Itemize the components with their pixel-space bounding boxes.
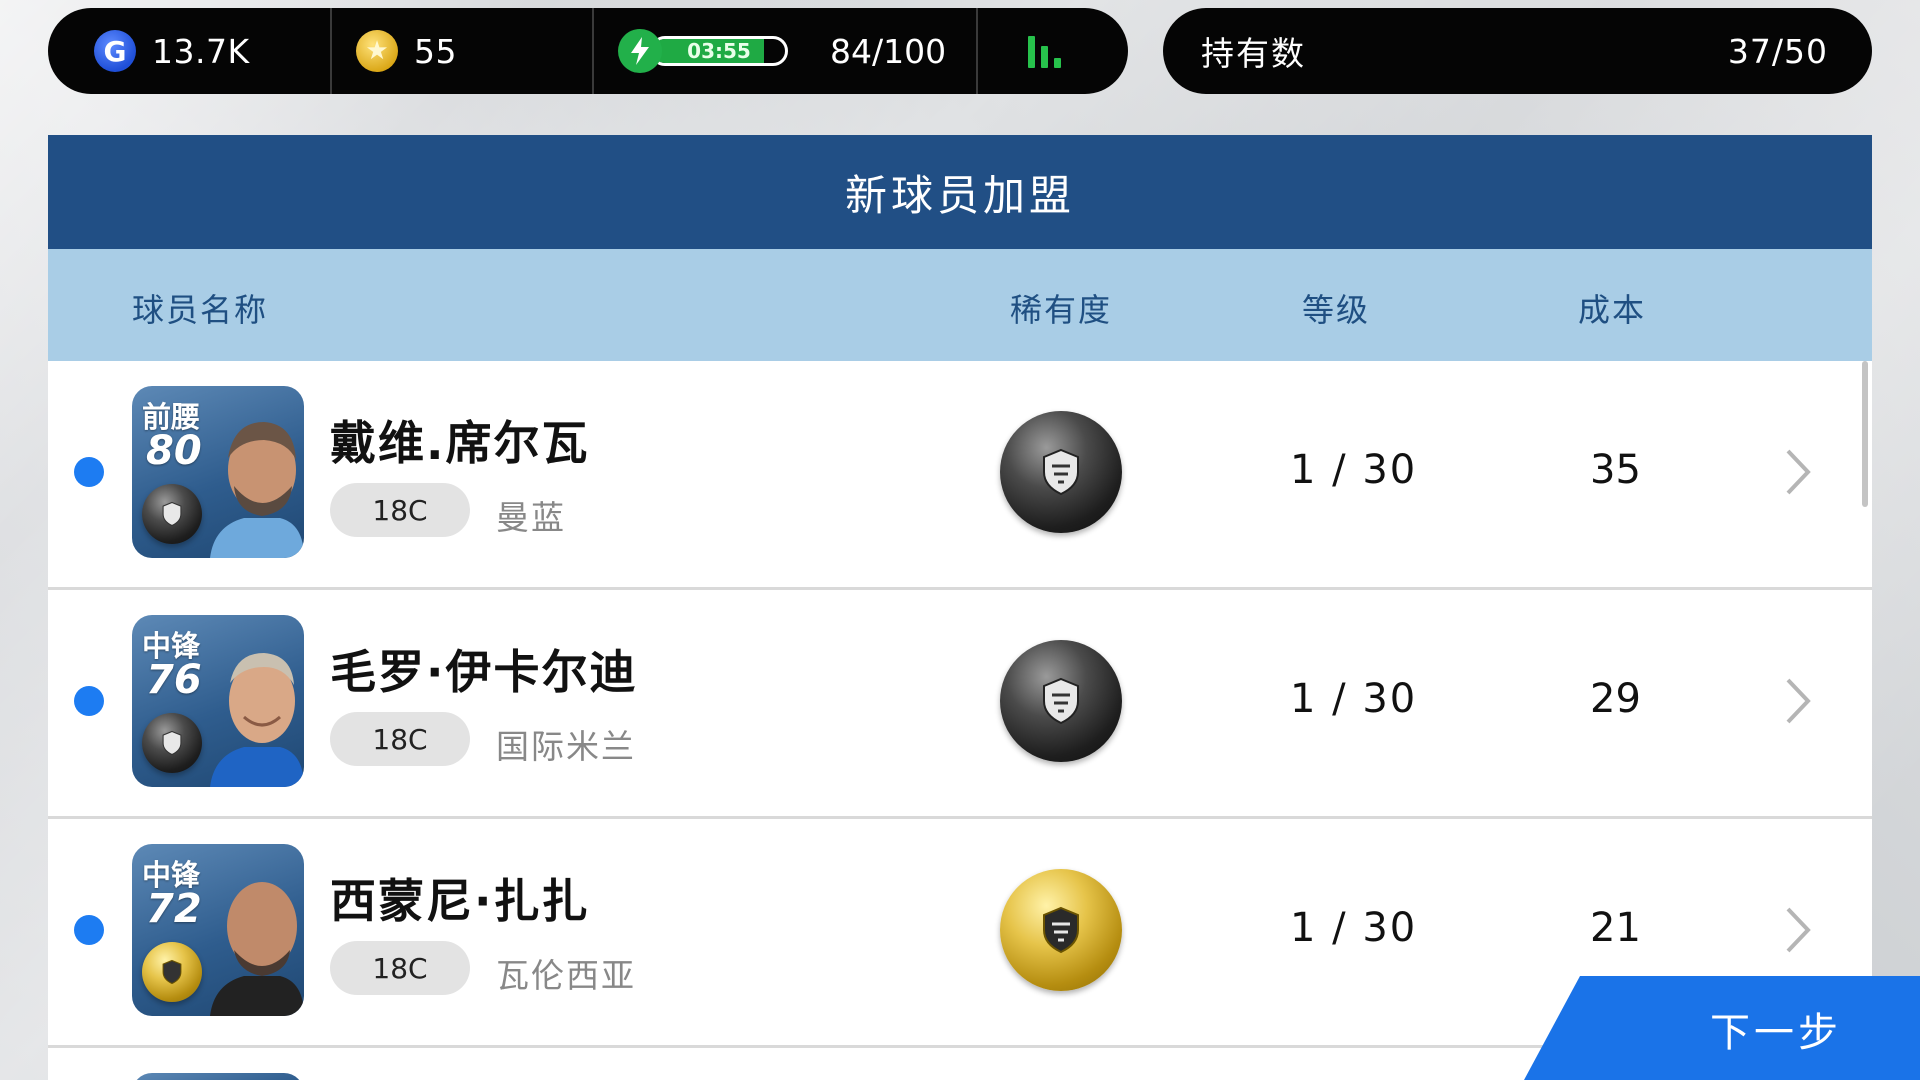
player-rating: 76 [146, 657, 202, 703]
column-header-name: 球员名称 [132, 291, 269, 329]
player-rating: 80 [146, 428, 202, 474]
rarity-black-ball-icon [1000, 411, 1122, 533]
next-step-button[interactable]: 下一步 [1524, 976, 1920, 1080]
card-rarity-ball-icon [142, 713, 202, 773]
card-rarity-ball-icon [142, 942, 202, 1002]
player-rating: 72 [146, 886, 202, 932]
new-indicator-dot [74, 686, 104, 716]
player-cost: 29 [1590, 676, 1641, 722]
rarity-black-ball-icon [1000, 640, 1122, 762]
column-header-rarity: 稀有度 [1010, 291, 1113, 329]
coin-icon: ★ [356, 30, 398, 72]
lightning-bolt-icon [618, 29, 662, 73]
energy-status[interactable]: 03:55 84/100 [594, 8, 978, 94]
coin-value: 55 [414, 31, 457, 71]
ownership-count: 37/50 [1727, 31, 1828, 71]
player-portrait [210, 422, 304, 558]
player-row[interactable]: 前腰 80 戴维.席尔瓦 18C 曼蓝 1 / 30 35 [48, 361, 1872, 590]
chevron-right-icon[interactable] [1768, 901, 1826, 959]
gp-currency[interactable]: G 13.7K [48, 8, 332, 94]
player-version-badge: 18C [330, 483, 470, 537]
column-header: 球员名称 稀有度 等级 成本 [48, 249, 1872, 361]
player-card[interactable]: 中锋 76 [132, 615, 304, 787]
next-step-label: 下一步 [1710, 1010, 1842, 1056]
player-card[interactable] [132, 1073, 304, 1080]
gp-value: 13.7K [152, 31, 250, 71]
card-rarity-ball-icon [142, 484, 202, 544]
player-version-badge: 18C [330, 712, 470, 766]
energy-timer: 03:55 [687, 39, 751, 63]
player-club: 国际米兰 [496, 727, 636, 766]
player-cost: 21 [1590, 905, 1641, 951]
chevron-right-icon [1531, 979, 1559, 1027]
ownership-bar: 持有数 37/50 [1163, 8, 1872, 94]
player-level: 1 / 30 [1290, 676, 1418, 722]
player-club: 瓦伦西亚 [496, 956, 636, 995]
new-players-panel: 新球员加盟 球员名称 稀有度 等级 成本 前腰 80 戴维.席尔瓦 18C 曼蓝… [48, 135, 1872, 1080]
coin-currency[interactable]: ★ 55 [332, 8, 594, 94]
player-name: 戴维.席尔瓦 [330, 416, 590, 470]
energy-bar: 03:55 [650, 36, 788, 66]
scrollbar-thumb[interactable] [1862, 361, 1868, 507]
panel-title: 新球员加盟 [48, 135, 1872, 249]
player-name: 毛罗·伊卡尔迪 [330, 645, 638, 699]
new-indicator-dot [74, 915, 104, 945]
status-bar: G 13.7K ★ 55 03:55 84/100 [48, 8, 1128, 94]
player-portrait [210, 653, 304, 787]
player-card[interactable]: 前腰 80 [132, 386, 304, 558]
player-club: 曼蓝 [496, 498, 566, 537]
energy-count: 84/100 [830, 31, 947, 71]
gp-icon: G [94, 30, 136, 72]
new-indicator-dot [74, 457, 104, 487]
player-portrait [210, 882, 304, 1016]
rarity-gold-ball-icon [1000, 869, 1122, 991]
column-header-level: 等级 [1302, 291, 1371, 329]
player-level: 1 / 30 [1290, 447, 1418, 493]
stats-button[interactable] [978, 8, 1128, 94]
player-cost: 35 [1590, 447, 1641, 493]
player-list[interactable]: 前腰 80 戴维.席尔瓦 18C 曼蓝 1 / 30 35 中锋 76 毛罗·伊… [48, 361, 1872, 1080]
column-header-cost: 成本 [1578, 291, 1647, 329]
chevron-right-icon[interactable] [1768, 443, 1826, 501]
player-level: 1 / 30 [1290, 905, 1418, 951]
player-row[interactable]: 中锋 76 毛罗·伊卡尔迪 18C 国际米兰 1 / 30 29 [48, 590, 1872, 819]
player-name: 西蒙尼·扎扎 [330, 874, 590, 928]
ownership-label: 持有数 [1201, 34, 1306, 73]
player-version-badge: 18C [330, 941, 470, 995]
chevron-right-icon[interactable] [1768, 672, 1826, 730]
player-card[interactable]: 中锋 72 [132, 844, 304, 1016]
bar-chart-icon [1028, 34, 1061, 68]
